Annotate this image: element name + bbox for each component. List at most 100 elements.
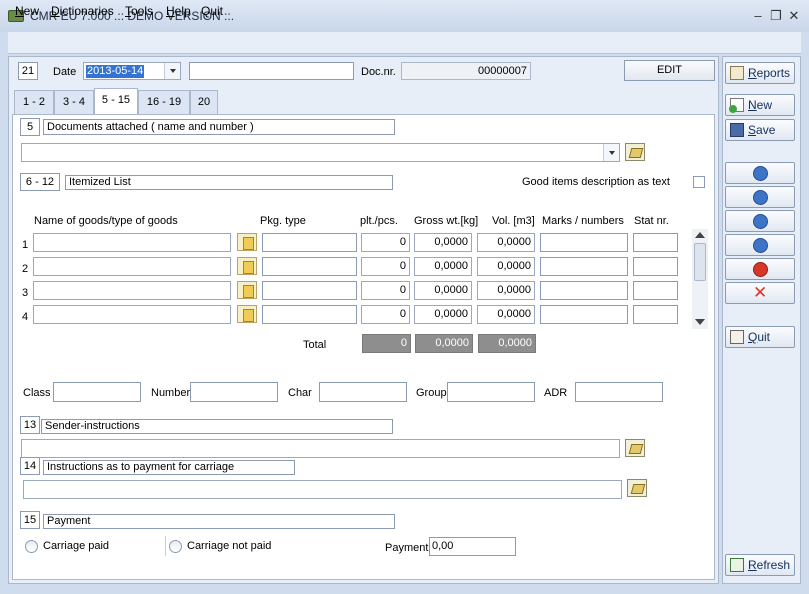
volume-input[interactable]: 0,0000	[477, 305, 535, 324]
new-button[interactable]: New	[725, 94, 795, 116]
last-record-button[interactable]	[725, 234, 795, 256]
gross-weight-input[interactable]: 0,0000	[414, 281, 472, 300]
save-button[interactable]: Save	[725, 119, 795, 141]
adr-input[interactable]	[575, 382, 663, 402]
pkg-type-input[interactable]	[262, 281, 357, 300]
next-record-icon	[753, 214, 768, 229]
date-label: Date	[53, 66, 77, 78]
volume-input[interactable]: 0,0000	[477, 281, 535, 300]
payment-instructions-combo[interactable]	[23, 480, 622, 499]
menu-quit[interactable]: Quit	[201, 4, 223, 18]
previous-record-button[interactable]	[725, 186, 795, 208]
marks-input[interactable]	[540, 257, 628, 276]
char-input[interactable]	[319, 382, 407, 402]
edit-button[interactable]: EDIT	[624, 60, 715, 81]
adr-label: ADR	[544, 387, 568, 399]
pkg-type-input[interactable]	[262, 257, 357, 276]
col-stat-header: Stat nr.	[634, 215, 669, 227]
goods-name-combo[interactable]	[33, 257, 231, 276]
tab-20[interactable]: 20	[190, 90, 218, 114]
stat-nr-input[interactable]	[633, 281, 678, 300]
documents-dropdown-arrow[interactable]	[603, 144, 619, 161]
tab-3-4[interactable]: 3 - 4	[54, 90, 94, 114]
sender-edit-icon[interactable]	[625, 439, 645, 457]
pcs-input[interactable]: 0	[361, 281, 410, 300]
goods-name-combo[interactable]	[33, 233, 231, 252]
payment-instructions-edit-icon[interactable]	[627, 479, 647, 497]
carriage-paid-radio[interactable]	[25, 540, 38, 553]
section-15-title: Payment	[43, 514, 395, 529]
good-items-text-checkbox[interactable]	[693, 176, 705, 188]
pcs-input[interactable]: 0	[361, 305, 410, 324]
documents-edit-icon[interactable]	[625, 143, 645, 161]
close-icon[interactable]: ✕	[785, 8, 803, 24]
gross-weight-input[interactable]: 0,0000	[414, 305, 472, 324]
previous-record-icon	[753, 190, 768, 205]
goods-folder-icon[interactable]	[237, 305, 257, 323]
goods-folder-icon[interactable]	[237, 233, 257, 251]
marks-input[interactable]	[540, 233, 628, 252]
tab-16-19[interactable]: 16 - 19	[138, 90, 190, 114]
payment-input[interactable]: 0,00	[429, 537, 516, 556]
menu-help[interactable]: Help	[166, 4, 191, 18]
pcs-input[interactable]: 0	[361, 257, 410, 276]
marks-input[interactable]	[540, 281, 628, 300]
stat-nr-input[interactable]	[633, 305, 678, 324]
tab-1-2[interactable]: 1 - 2	[14, 90, 54, 114]
gross-weight-input[interactable]: 0,0000	[414, 257, 472, 276]
pkg-type-input[interactable]	[262, 233, 357, 252]
first-record-button[interactable]	[725, 162, 795, 184]
volume-input[interactable]: 0,0000	[477, 257, 535, 276]
date-picker[interactable]: 2013-05-14	[83, 62, 181, 80]
delete-record-button[interactable]	[725, 258, 795, 280]
menu-new[interactable]: New	[15, 4, 39, 18]
next-record-button[interactable]	[725, 210, 795, 232]
cancel-x-icon: ✕	[753, 283, 768, 302]
date-dropdown-arrow[interactable]	[164, 63, 180, 79]
documents-attached-combo[interactable]	[21, 143, 620, 162]
volume-input[interactable]: 0,0000	[477, 233, 535, 252]
refresh-button[interactable]: Refresh	[725, 554, 795, 576]
row-index: 1	[22, 239, 29, 251]
sender-instructions-combo[interactable]	[21, 439, 620, 458]
total-volume: 0,0000	[478, 334, 536, 353]
scroll-up-icon[interactable]	[695, 232, 705, 238]
goods-folder-icon[interactable]	[237, 257, 257, 275]
class-input[interactable]	[53, 382, 141, 402]
table-row: 4 0 0,0000 0,0000	[18, 303, 690, 325]
gross-weight-input[interactable]: 0,0000	[414, 233, 472, 252]
col-marks-header: Marks / numbers	[542, 215, 624, 227]
group-input[interactable]	[447, 382, 535, 402]
goods-folder-icon[interactable]	[237, 281, 257, 299]
section-14-number: 14	[20, 457, 40, 475]
box-number-21: 21	[18, 62, 38, 80]
goods-name-combo[interactable]	[33, 281, 231, 300]
pkg-type-input[interactable]	[262, 305, 357, 324]
menu-dictionaries[interactable]: Dictionaries	[51, 4, 114, 18]
number-label: Number	[151, 387, 191, 399]
char-label: Char	[288, 387, 312, 399]
number-input[interactable]	[190, 382, 278, 402]
tab-5-15[interactable]: 5 - 15	[94, 88, 138, 115]
section-5-number: 5	[20, 118, 40, 136]
header-extra-field[interactable]	[189, 62, 354, 80]
carriage-not-paid-radio[interactable]	[169, 540, 182, 553]
reports-button[interactable]: Reports	[725, 62, 795, 84]
menu-tools[interactable]: Tools	[125, 4, 153, 18]
minimize-icon[interactable]: –	[749, 8, 767, 24]
table-row: 1 0 0,0000 0,0000	[18, 231, 690, 253]
goods-name-combo[interactable]	[33, 305, 231, 324]
scroll-thumb[interactable]	[694, 243, 706, 281]
restore-icon[interactable]: ❐	[767, 8, 785, 24]
pcs-input[interactable]: 0	[361, 233, 410, 252]
cancel-button[interactable]: ✕	[725, 282, 795, 304]
first-record-icon	[753, 166, 768, 181]
quit-button[interactable]: Quit	[725, 326, 795, 348]
section-14-title: Instructions as to payment for carriage	[43, 460, 295, 475]
section-6-12-number: 6 - 12	[20, 173, 60, 191]
scroll-down-icon[interactable]	[695, 319, 705, 325]
marks-input[interactable]	[540, 305, 628, 324]
stat-nr-input[interactable]	[633, 257, 678, 276]
table-scrollbar[interactable]	[692, 229, 708, 329]
stat-nr-input[interactable]	[633, 233, 678, 252]
